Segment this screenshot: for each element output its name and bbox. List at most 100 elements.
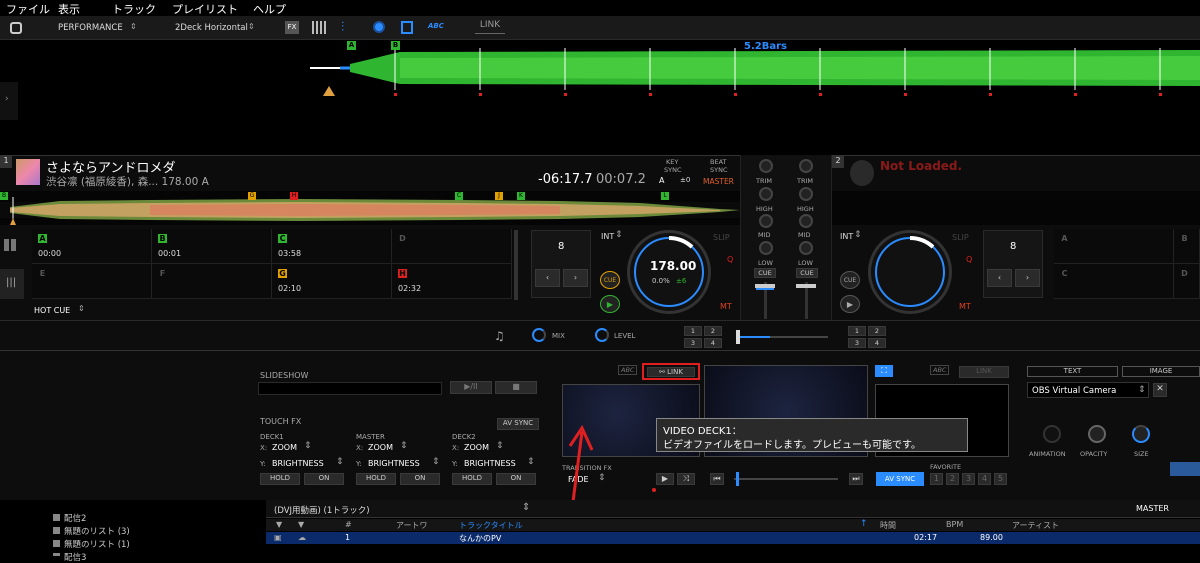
deck2-beatjump-value[interactable]: 8 [1010,241,1016,252]
fx-button[interactable]: FX [285,21,299,34]
col-time[interactable]: 時間 [880,520,896,531]
transition-play-button[interactable]: ▶ [656,473,674,485]
menu-file[interactable]: ファイル [6,1,50,17]
lyric-button[interactable]: ABC [428,22,444,30]
fx-assign-1-2[interactable]: 2 [704,326,722,336]
camera-select[interactable]: OBS Virtual Camera ⇕ [1027,382,1149,398]
hotcue-mode-label[interactable]: HOT CUE [34,306,70,315]
beat-sync-label[interactable]: SYNC [710,166,728,174]
video-fader-right-button[interactable]: ⏭ [849,473,863,485]
video1-link-button[interactable]: ⚯ LINK [647,367,695,377]
video-icon[interactable] [401,21,413,34]
col-number[interactable]: # [345,520,352,529]
hotcue-pad-f[interactable]: F [152,264,272,299]
sort-asc-icon[interactable]: ↑ [860,519,868,529]
video-av-sync-button[interactable]: AV SYNC [876,472,924,486]
touch-master-y-chevron-icon[interactable]: ⇕ [432,457,440,467]
touch-deck2-hold-button[interactable]: HOLD [452,473,492,485]
col-bpm[interactable]: BPM [946,520,963,529]
tree-item-2[interactable]: 無題のリスト (3) [64,525,130,537]
slideshow-field[interactable] [258,382,442,395]
deck2-play-button[interactable]: ▶ [840,295,860,313]
mode-select[interactable]: PERFORMANCE [58,23,123,33]
deck2-hotcue-b[interactable]: B [1174,229,1200,264]
favorite-5-button[interactable]: 5 [994,473,1007,485]
filter-icon-2[interactable]: ▼ [298,520,304,529]
deck1-mt-button[interactable]: MT [720,302,732,311]
touch-deck2-x-value[interactable]: ZOOM [464,443,489,452]
hotcue-mode-chevron-icon[interactable]: ⇕ [78,304,85,313]
touch-master-x-chevron-icon[interactable]: ⇕ [400,441,408,451]
headphone-cue-button-1[interactable]: CUE [754,268,776,278]
hotcue-pad-c[interactable]: C 03:58 [272,229,392,264]
deck1-quantize-button[interactable]: Q [727,255,733,264]
tree-item-1[interactable]: 配信2 [64,512,86,524]
camera-close-button[interactable]: ✕ [1153,383,1167,397]
mid-knob-1[interactable] [759,214,773,228]
touch-deck1-y-value[interactable]: BRIGHTNESS [272,459,324,468]
high-knob-1[interactable] [759,187,773,201]
deck2-cue-button[interactable]: CUE [840,271,860,289]
touch-deck2-on-button[interactable]: ON [496,473,536,485]
deck2-hotcue-a[interactable]: A [1054,229,1174,264]
deck2-hotcue-d[interactable]: D [1174,264,1200,299]
trim-knob-1[interactable] [759,159,773,173]
tree-item-3[interactable]: 無題のリスト (1) [64,538,130,550]
mode-chevron-icon[interactable]: ⇕ [130,22,137,31]
beatjump-value[interactable]: 8 [558,241,564,252]
favorite-3-button[interactable]: 3 [962,473,975,485]
touch-deck1-on-button[interactable]: ON [304,473,344,485]
pad-mode-tab[interactable]: ||| [0,269,24,299]
playlist-chevron-icon[interactable]: ⇕ [522,502,530,513]
channel-fader-1[interactable] [755,282,775,319]
fx-assign-2-4[interactable]: 4 [868,338,886,348]
deck2-hotcue-c[interactable]: C [1054,264,1174,299]
video2-link-button[interactable]: LINK [959,366,1009,378]
deck2-beatjump-forward-button[interactable]: › [1015,269,1040,287]
touch-deck2-y-value[interactable]: BRIGHTNESS [464,459,516,468]
video2-lyric-button[interactable]: ABC [930,365,950,375]
video1-lyric-button[interactable]: ABC [618,365,638,375]
touch-deck1-y-chevron-icon[interactable]: ⇕ [336,457,344,467]
video-fader-left-button[interactable]: ⏮ [710,473,724,485]
deck1-elapsed-time[interactable]: 00:07.2 [596,172,646,187]
low-knob-1[interactable] [759,241,773,255]
output-apply-button[interactable] [1170,462,1200,476]
touch-fx-av-sync-button[interactable]: AV SYNC [497,418,539,430]
touch-deck1-x-value[interactable]: ZOOM [272,443,297,452]
size-knob[interactable] [1132,425,1150,443]
col-title[interactable]: トラックタイトル [459,520,523,531]
grid-mode-icon[interactable] [4,239,16,251]
video-fader[interactable] [734,472,838,486]
col-artist[interactable]: アーティスト [1012,520,1059,531]
fx-assign-1-1[interactable]: 1 [684,326,702,336]
animation-knob[interactable] [1043,425,1061,443]
slideshow-stop-button[interactable]: ■ [495,381,537,394]
deck2-int-chevron-icon[interactable]: ⇕ [854,230,862,240]
browser-master-label[interactable]: MASTER [1136,504,1169,513]
hotcue-pad-h[interactable]: H 02:32 [392,264,512,299]
transition-shuffle-icon[interactable]: ⤨ [677,473,695,485]
favorite-2-button[interactable]: 2 [946,473,959,485]
deck1-remain-time[interactable]: -06:17.7 [538,172,593,187]
menu-playlist[interactable]: プレイリスト [172,1,238,17]
tree-item-4[interactable]: 配信3 [64,551,86,563]
grid-view-icon[interactable] [312,21,326,34]
hotcue-pad-b[interactable]: B 00:01 [152,229,272,264]
crossfader[interactable] [736,330,828,344]
hotcue-pad-d[interactable]: D [392,229,512,264]
touch-deck1-hold-button[interactable]: HOLD [260,473,300,485]
touch-deck1-x-chevron-icon[interactable]: ⇕ [304,441,312,451]
deck2-mt-button[interactable]: MT [959,302,971,311]
beatjump-back-button[interactable]: ‹ [535,269,560,287]
deck1-overview-waveform[interactable]: B G H C J K L [0,191,740,225]
channel-fader-2[interactable] [796,282,816,319]
favorite-4-button[interactable]: 4 [978,473,991,485]
layout-select[interactable]: 2Deck Horizontal [175,23,248,33]
opacity-knob[interactable] [1088,425,1106,443]
table-row[interactable]: ▣ ☁ 1 なんかのPV 02:17 89.00 [266,532,1200,544]
output-text-tab[interactable]: TEXT [1027,366,1118,377]
low-knob-2[interactable] [799,241,813,255]
fx-assign-2-3[interactable]: 3 [848,338,866,348]
deck2-beatjump-back-button[interactable]: ‹ [987,269,1012,287]
